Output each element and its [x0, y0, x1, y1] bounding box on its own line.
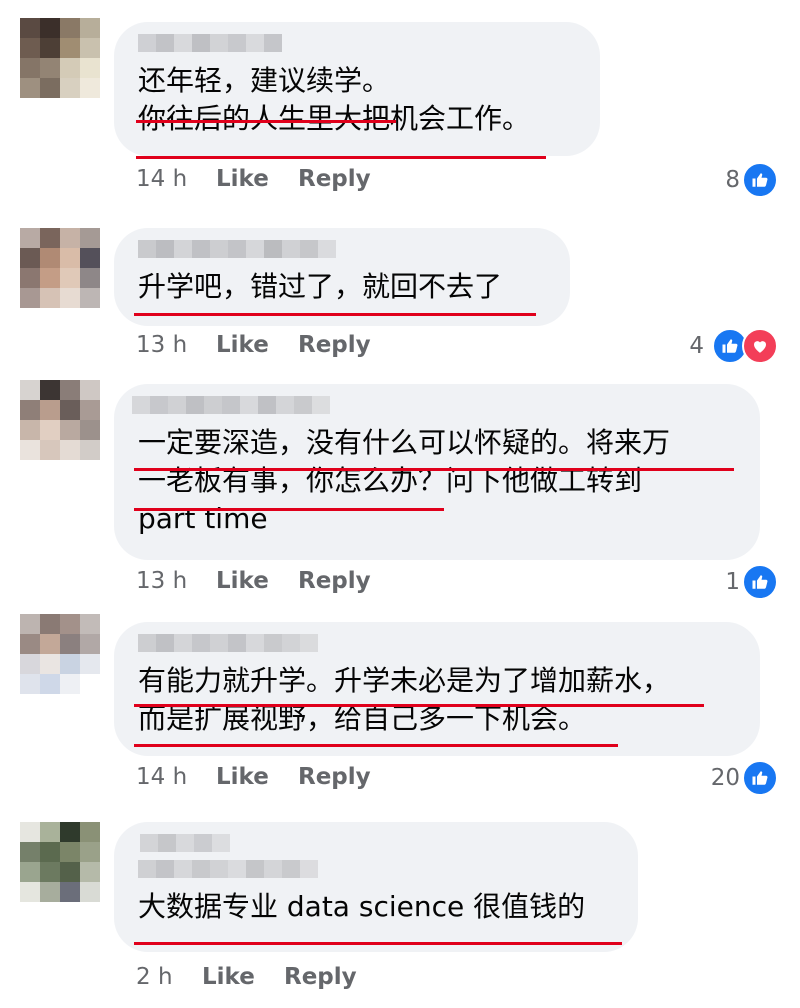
like-button[interactable]: Like [202, 964, 284, 990]
thumbs-up-icon [742, 760, 778, 796]
reaction-count: 1 [725, 569, 740, 595]
comment-meta: 14 h Like Reply [136, 166, 371, 192]
reply-button[interactable]: Reply [298, 764, 371, 790]
comment-bubble: 有能力就升学。升学未必是为了增加薪水， 而是扩展视野，给自己多一下机会。 [114, 622, 760, 756]
comment-bubble: 一定要深造，没有什么可以怀疑的。将来万 一老板有事，你怎么办？问下他做工转到 p… [114, 384, 760, 560]
underline-mark [134, 468, 734, 471]
author-name[interactable] [140, 834, 614, 852]
underline-mark [134, 313, 536, 316]
comment-text-line: 还年轻，建议续学。 [138, 64, 391, 97]
author-name[interactable] [138, 34, 576, 52]
comment-text-line: 大数据专业 data science 很值钱的 [138, 890, 586, 923]
like-button[interactable]: Like [216, 764, 298, 790]
comment-meta: 13 h Like Reply [136, 332, 371, 358]
timestamp[interactable]: 13 h [136, 332, 216, 358]
comment-meta: 2 h Like Reply [136, 964, 357, 990]
comment-text-line: 你往后的人生里大把机会工作。 [138, 102, 531, 135]
underline-mark [134, 942, 622, 945]
reply-button[interactable]: Reply [298, 166, 371, 192]
timestamp[interactable]: 2 h [136, 964, 202, 990]
like-button[interactable]: Like [216, 166, 298, 192]
underline-mark [136, 156, 546, 159]
avatar[interactable] [20, 614, 100, 694]
heart-icon [742, 328, 778, 364]
like-button[interactable]: Like [216, 332, 298, 358]
avatar[interactable] [20, 18, 100, 98]
reply-button[interactable]: Reply [298, 568, 371, 594]
reply-button[interactable]: Reply [298, 332, 371, 358]
timestamp[interactable]: 14 h [136, 166, 216, 192]
comment-bubble: 还年轻，建议续学。 你往后的人生里大把机会工作。 [114, 22, 600, 159]
comment-text-line: part time [138, 502, 268, 535]
like-button[interactable]: Like [216, 568, 298, 594]
timestamp[interactable]: 14 h [136, 764, 216, 790]
reaction-summary[interactable]: 8 [725, 162, 778, 198]
reaction-count: 8 [725, 167, 740, 193]
comment-text-line: 有能力就升学。升学未必是为了增加薪水， [138, 664, 671, 697]
comment-meta: 14 h Like Reply [136, 764, 371, 790]
comment-meta: 13 h Like Reply [136, 568, 371, 594]
reaction-summary[interactable]: 1 [725, 564, 778, 600]
underline-mark [136, 120, 396, 123]
reaction-count: 20 [710, 765, 740, 791]
author-name[interactable] [138, 240, 546, 258]
underline-mark [134, 508, 444, 511]
reaction-summary[interactable]: 4 [689, 328, 778, 364]
comment-bubble: 升学吧，错过了，就回不去了 [114, 228, 570, 326]
comment-text-line: 一定要深造，没有什么可以怀疑的。将来万 [138, 426, 671, 459]
reply-button[interactable]: Reply [284, 964, 357, 990]
timestamp[interactable]: 13 h [136, 568, 216, 594]
underline-mark [134, 744, 618, 747]
author-name[interactable] [138, 634, 736, 652]
author-name-secondary [138, 860, 614, 878]
avatar[interactable] [20, 228, 100, 308]
thumbs-up-icon [742, 564, 778, 600]
avatar[interactable] [20, 380, 100, 460]
underline-mark [134, 704, 704, 707]
comment-text-line: 升学吧，错过了，就回不去了 [138, 270, 503, 303]
thumbs-up-icon [742, 162, 778, 198]
avatar[interactable] [20, 822, 100, 902]
reaction-count: 4 [689, 333, 704, 359]
reaction-summary[interactable]: 20 [711, 760, 778, 796]
comment-bubble: 大数据专业 data science 很值钱的 [114, 822, 638, 952]
author-name[interactable] [132, 396, 736, 414]
